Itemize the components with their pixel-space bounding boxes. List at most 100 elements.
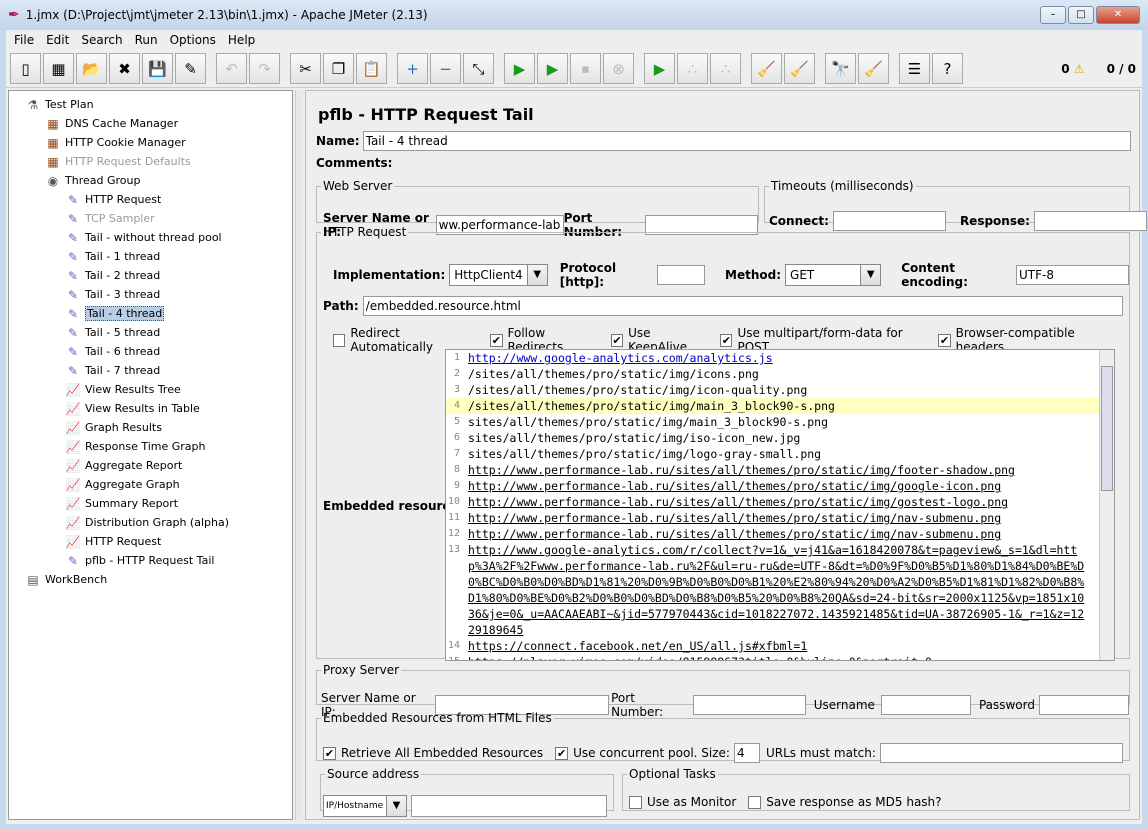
tree-node[interactable]: 📈 Graph Results (9, 418, 292, 437)
redo-button[interactable]: ↷ (249, 53, 280, 84)
retrieve-embedded-checkbox[interactable]: ✔ Retrieve All Embedded Resources (323, 746, 543, 760)
copy-button[interactable]: ❐ (323, 53, 354, 84)
concurrent-pool-checkbox[interactable]: ✔ Use concurrent pool. Size: (555, 746, 730, 760)
protocol-input[interactable] (657, 265, 706, 285)
close-button[interactable]: ✖ (109, 53, 140, 84)
cut-button[interactable]: ✂ (290, 53, 321, 84)
close-button[interactable]: ✕ (1096, 6, 1140, 24)
save-md5-checkbox[interactable]: Save response as MD5 hash? (748, 795, 942, 809)
menu-help[interactable]: Help (228, 33, 255, 47)
optional-tasks-group: Optional Tasks Use as Monitor Save respo… (622, 767, 1130, 811)
tree-node[interactable]: ✎ Tail - 4 thread (9, 304, 292, 323)
remote-stop-button[interactable]: ∴ (677, 53, 708, 84)
tree-node[interactable]: ▤ WorkBench (9, 570, 292, 589)
resource-line[interactable]: 15https://player.vimeo.com/video/8159886… (446, 654, 1114, 660)
resource-line[interactable]: 9 http://www.performance-lab.ru/sites/all… (446, 478, 1114, 494)
web-server-legend: Web Server (323, 179, 393, 193)
tree-node[interactable]: ◉ Thread Group (9, 171, 292, 190)
stop-button[interactable]: ⏹ (570, 53, 601, 84)
urls-match-input[interactable] (879, 743, 1123, 763)
clear-button[interactable]: 🧹 (751, 53, 782, 84)
jmeter-feather-icon: ✒ (8, 7, 20, 23)
resource-line[interactable]: 7 sites/all/themes/pro/static/img/logo-gr… (446, 446, 1114, 462)
tree-node[interactable]: 📈 Aggregate Report (9, 456, 292, 475)
warning-count[interactable]: 0 ⚠ (1061, 62, 1084, 76)
start-no-pause-button[interactable]: ▶ (537, 53, 568, 84)
shutdown-button[interactable]: ⊗ (603, 53, 634, 84)
resource-line[interactable]: 6 sites/all/themes/pro/static/img/iso-ico… (446, 430, 1114, 446)
method-select[interactable]: GET ▼ (785, 264, 882, 286)
pipette-icon: ✎ (67, 306, 79, 321)
templates-button[interactable]: ▦ (43, 53, 74, 84)
split-pane-divider[interactable] (295, 90, 303, 820)
new-button[interactable]: ▯ (10, 53, 41, 84)
resource-line[interactable]: 4/sites/all/themes/pro/static/img/main_3… (446, 398, 1114, 414)
tree-node[interactable]: ✎ Tail - 2 thread (9, 266, 292, 285)
scrollbar-thumb[interactable] (1101, 366, 1113, 491)
tree-node[interactable]: ✎ TCP Sampler (9, 209, 292, 228)
start-button[interactable]: ▶ (504, 53, 535, 84)
tree-node[interactable]: ✎ Tail - 1 thread (9, 247, 292, 266)
tree-node[interactable]: 📈 Response Time Graph (9, 437, 292, 456)
maximize-button[interactable]: □ (1068, 6, 1094, 24)
implementation-select[interactable]: HttpClient4 ▼ (449, 264, 548, 286)
tree-node[interactable]: ⚗ Test Plan (9, 95, 292, 114)
remote-shutdown-button[interactable]: ∴ (710, 53, 741, 84)
search-button[interactable]: 🔭 (825, 53, 856, 84)
function-helper-button[interactable]: ☰ (899, 53, 930, 84)
clear-all-button[interactable]: 🧹 (784, 53, 815, 84)
tree-node[interactable]: 📈 HTTP Request (9, 532, 292, 551)
resource-line[interactable]: 2/sites/all/themes/pro/static/img/icons.… (446, 366, 1114, 382)
menu-options[interactable]: Options (170, 33, 216, 47)
resource-line[interactable]: 11 http://www.performance-lab.ru/sites/al… (446, 510, 1114, 526)
resource-line[interactable]: 8 http://www.performance-lab.ru/sites/all… (446, 462, 1114, 478)
tree-node[interactable]: ✎ Tail - without thread pool (9, 228, 292, 247)
reset-search-button[interactable]: 🧹 (858, 53, 889, 84)
menu-search[interactable]: Search (81, 33, 122, 47)
resource-line[interactable]: 3/sites/all/themes/pro/static/img/icon-q… (446, 382, 1114, 398)
undo-button[interactable]: ↶ (216, 53, 247, 84)
tree-node[interactable]: 📈 Distribution Graph (alpha) (9, 513, 292, 532)
tree-node[interactable]: ✎ Tail - 5 thread (9, 323, 292, 342)
path-input[interactable] (362, 296, 1123, 316)
editor-scrollbar[interactable] (1099, 350, 1114, 660)
pool-size-input[interactable] (733, 743, 760, 763)
collapse-button[interactable]: − (430, 53, 461, 84)
save-button[interactable]: 💾 (142, 53, 173, 84)
name-input[interactable] (362, 131, 1131, 151)
tree-node[interactable]: ▦ HTTP Cookie Manager (9, 133, 292, 152)
tree-node[interactable]: ✎ pflb - HTTP Request Tail (9, 551, 292, 570)
open-button[interactable]: 📂 (76, 53, 107, 84)
encoding-input[interactable] (1016, 265, 1129, 285)
tree-node[interactable]: 📈 Aggregate Graph (9, 475, 292, 494)
tree-node[interactable]: ▦ HTTP Request Defaults (9, 152, 292, 171)
tree-node[interactable]: ✎ Tail - 3 thread (9, 285, 292, 304)
paste-button[interactable]: 📋 (356, 53, 387, 84)
minimize-button[interactable]: – (1040, 6, 1066, 24)
resource-line[interactable]: 1 http://www.google-analytics.com/analyti… (446, 350, 1114, 366)
toggle-button[interactable]: ⤡ (463, 53, 494, 84)
source-address-input[interactable] (411, 795, 607, 817)
expand-button[interactable]: + (397, 53, 428, 84)
resource-line[interactable]: 14 https://connect.facebook.net/en_US/all… (446, 638, 1114, 654)
remote-start-button[interactable]: ▶ (644, 53, 675, 84)
help-button[interactable]: ? (932, 53, 963, 84)
tree-node[interactable]: ▦ DNS Cache Manager (9, 114, 292, 133)
save-as-button[interactable]: ✎ (175, 53, 206, 84)
resource-line[interactable]: 5 sites/all/themes/pro/static/img/main_3_… (446, 414, 1114, 430)
menu-edit[interactable]: Edit (46, 33, 69, 47)
resource-line[interactable]: 12 http://www.performance-lab.ru/sites/al… (446, 526, 1114, 542)
tree-node[interactable]: ✎ Tail - 6 thread (9, 342, 292, 361)
menu-file[interactable]: File (14, 33, 34, 47)
menu-run[interactable]: Run (135, 33, 158, 47)
embedded-resources-editor[interactable]: 1 http://www.google-analytics.com/analyti… (445, 349, 1115, 661)
tree-node[interactable]: ✎ Tail - 7 thread (9, 361, 292, 380)
resource-line[interactable]: 13 http://www.google-analytics.com/r/coll… (446, 542, 1114, 638)
tree-node[interactable]: 📈 View Results in Table (9, 399, 292, 418)
tree-node[interactable]: 📈 View Results Tree (9, 380, 292, 399)
tree-node[interactable]: 📈 Summary Report (9, 494, 292, 513)
use-as-monitor-checkbox[interactable]: Use as Monitor (629, 795, 736, 809)
resource-line[interactable]: 10 http://www.performance-lab.ru/sites/al… (446, 494, 1114, 510)
tree-node[interactable]: ✎ HTTP Request (9, 190, 292, 209)
source-type-select[interactable]: IP/Hostname ▼ (323, 795, 407, 817)
